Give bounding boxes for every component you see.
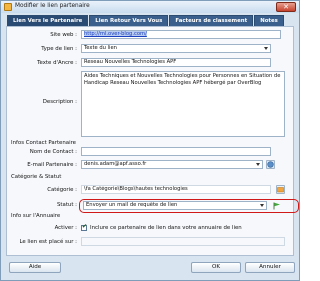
globe-icon (267, 161, 274, 168)
close-button[interactable]: ✕ (276, 2, 296, 12)
app-icon (4, 3, 12, 11)
activer-label: Activer : (54, 225, 77, 231)
annuler-button[interactable]: Annuler (245, 262, 295, 273)
type-lien-label: Type de lien : (41, 46, 77, 52)
lien-place-field (81, 237, 285, 246)
categorie-label: Catégorie : (47, 187, 77, 193)
tab-lien-retour[interactable]: Lien Retour Vers Vous (89, 15, 169, 26)
categorie-picker-button[interactable] (276, 185, 285, 194)
categorie-value: \fa Catégorie\Blogs\hautes technologies (84, 186, 188, 192)
tab-content: Site web : http://ml.over-blog.com/ Type… (6, 26, 299, 256)
aide-button[interactable]: Aide (9, 262, 61, 273)
categorie-field[interactable]: \fa Catégorie\Blogs\hautes technologies (81, 185, 271, 194)
description-line: Handicap Reseau Nouvelles Technologies A… (84, 80, 262, 87)
category-section-title: Catégorie & Statut (11, 174, 62, 180)
description-textarea[interactable]: Aides Techniques et Nouvelles Technologi… (81, 71, 285, 137)
statut-highlight-outline (79, 199, 299, 213)
category-icon (277, 187, 284, 193)
texte-ancre-label: Texte d'Ancre : (37, 60, 77, 66)
tab-facteurs-classement[interactable]: Facteurs de classement (169, 15, 254, 26)
type-lien-value: Texte du lien (84, 45, 117, 51)
description-label: Description : (42, 99, 77, 105)
email-action-button[interactable] (266, 160, 275, 169)
annuaire-section-title: Info sur l'Annuaire (11, 213, 61, 219)
email-select[interactable]: denis.adam@apf.asso.fr (81, 160, 263, 169)
window-title: Modifier le lien partenaire (15, 3, 90, 9)
statut-label: Statut : (56, 202, 77, 208)
check-icon: ✔ (82, 223, 88, 230)
title-bar: Modifier le lien partenaire ✕ (1, 1, 299, 13)
nom-contact-label: Nom de Contact : (29, 149, 77, 155)
email-value: denis.adam@apf.asso.fr (84, 161, 147, 167)
contact-section-title: Infos Contact Partenaire (11, 140, 77, 146)
tab-bar: Lien Vers le Partenaire Lien Retour Vers… (7, 15, 285, 26)
annuaire-checkbox-label: Inclure ce partenaire de lien dans votre… (90, 225, 242, 231)
ok-button[interactable]: OK (191, 262, 241, 273)
dialog-window: Modifier le lien partenaire ✕ Lien Vers … (0, 0, 300, 281)
texte-ancre-value: Reseau Nouvelles Technologies APF (84, 59, 177, 65)
site-web-label: Site web : (50, 32, 77, 38)
nom-contact-input[interactable] (81, 147, 271, 156)
tab-lien-vers-partenaire[interactable]: Lien Vers le Partenaire (7, 15, 89, 26)
site-web-input[interactable]: http://ml.over-blog.com/ (81, 30, 281, 39)
tab-notes[interactable]: Notes (254, 15, 284, 26)
chevron-down-icon (264, 47, 268, 50)
site-web-value[interactable]: http://ml.over-blog.com/ (84, 31, 147, 37)
texte-ancre-input[interactable]: Reseau Nouvelles Technologies APF (81, 58, 271, 67)
annuaire-checkbox[interactable]: ✔ (81, 223, 88, 231)
type-lien-select[interactable]: Texte du lien (81, 44, 271, 53)
email-label: E-mail Partenaire : (27, 162, 77, 168)
chevron-down-icon (256, 163, 260, 166)
lien-place-label: Le lien est placé sur : (19, 239, 77, 245)
